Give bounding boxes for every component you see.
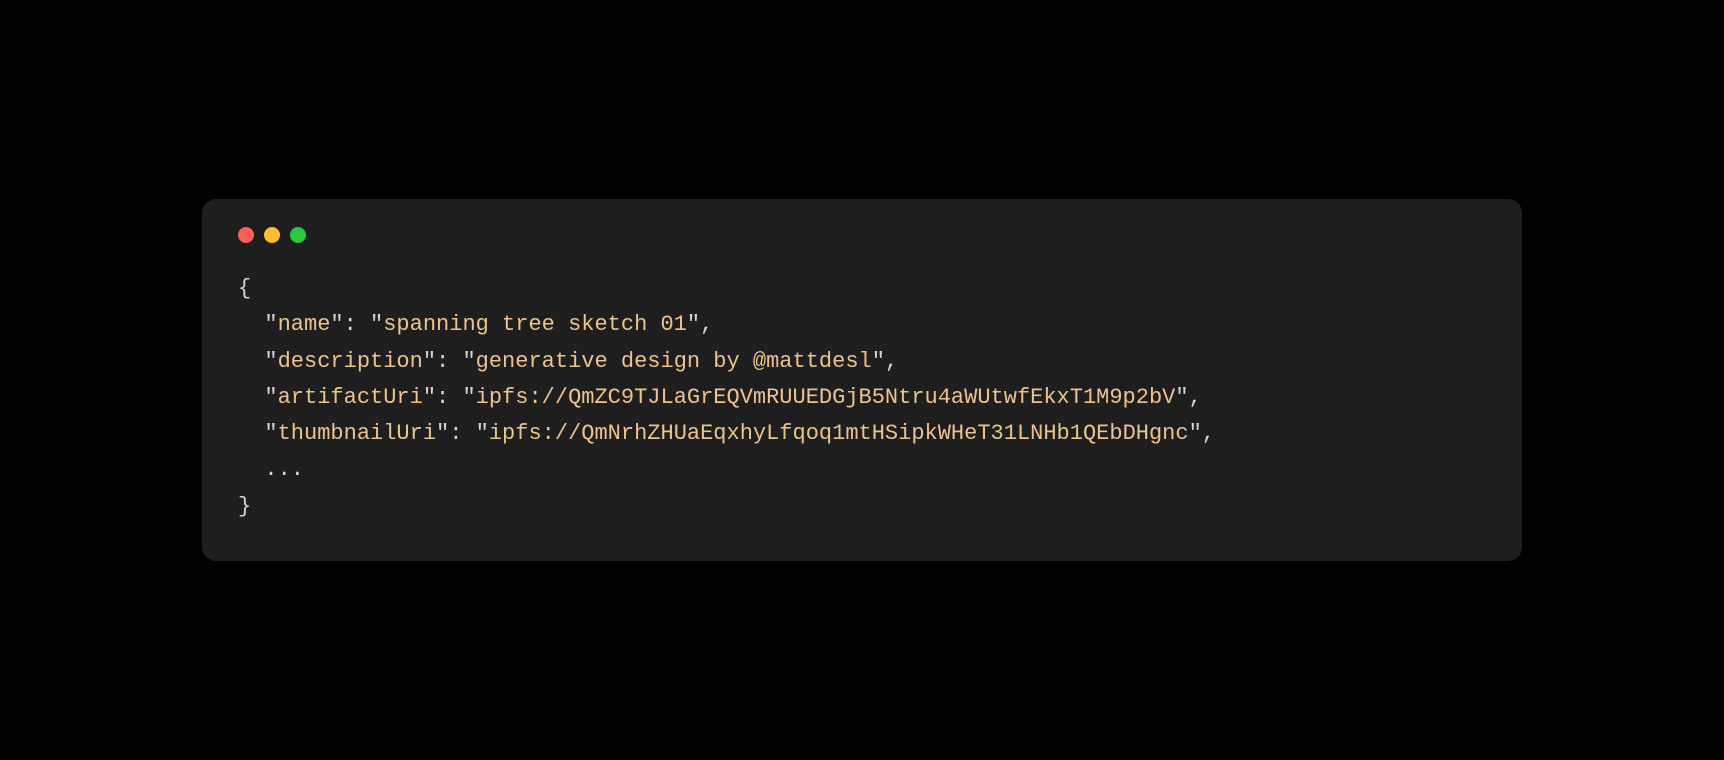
indent <box>238 457 264 482</box>
maximize-icon[interactable] <box>290 227 306 243</box>
quote: " <box>687 312 700 337</box>
comma: , <box>1189 385 1202 410</box>
quote: " <box>264 385 277 410</box>
quote: " <box>476 421 489 446</box>
quote: " <box>370 312 383 337</box>
quote: " <box>423 385 436 410</box>
json-key-name: name <box>278 312 331 337</box>
comma: , <box>885 349 898 374</box>
indent <box>238 421 264 446</box>
quote: " <box>462 385 475 410</box>
quote: " <box>872 349 885 374</box>
indent <box>238 349 264 374</box>
brace-open: { <box>238 276 251 301</box>
colon: : <box>436 349 462 374</box>
indent <box>238 385 264 410</box>
quote: " <box>264 349 277 374</box>
json-value-name: spanning tree sketch 01 <box>383 312 687 337</box>
code-block: { "name": "spanning tree sketch 01", "de… <box>238 271 1486 525</box>
indent <box>238 312 264 337</box>
json-value-artifacturi: ipfs://QmZC9TJLaGrEQVmRUUEDGjB5Ntru4aWUt… <box>476 385 1176 410</box>
colon: : <box>436 385 462 410</box>
quote: " <box>462 349 475 374</box>
quote: " <box>436 421 449 446</box>
quote: " <box>264 312 277 337</box>
json-key-thumbnailuri: thumbnailUri <box>278 421 436 446</box>
json-key-description: description <box>278 349 423 374</box>
quote: " <box>1175 385 1188 410</box>
quote: " <box>264 421 277 446</box>
brace-close: } <box>238 494 251 519</box>
colon: : <box>449 421 475 446</box>
json-key-artifacturi: artifactUri <box>278 385 423 410</box>
comma: , <box>1202 421 1215 446</box>
minimize-icon[interactable] <box>264 227 280 243</box>
json-value-description: generative design by @mattdesl <box>476 349 872 374</box>
window-titlebar <box>238 227 1486 243</box>
code-window: { "name": "spanning tree sketch 01", "de… <box>202 199 1522 561</box>
quote: " <box>1189 421 1202 446</box>
quote: " <box>330 312 343 337</box>
close-icon[interactable] <box>238 227 254 243</box>
comma: , <box>700 312 713 337</box>
ellipsis: ... <box>264 457 304 482</box>
quote: " <box>423 349 436 374</box>
colon: : <box>344 312 370 337</box>
json-value-thumbnailuri: ipfs://QmNrhZHUaEqxhyLfqoq1mtHSipkWHeT31… <box>489 421 1189 446</box>
